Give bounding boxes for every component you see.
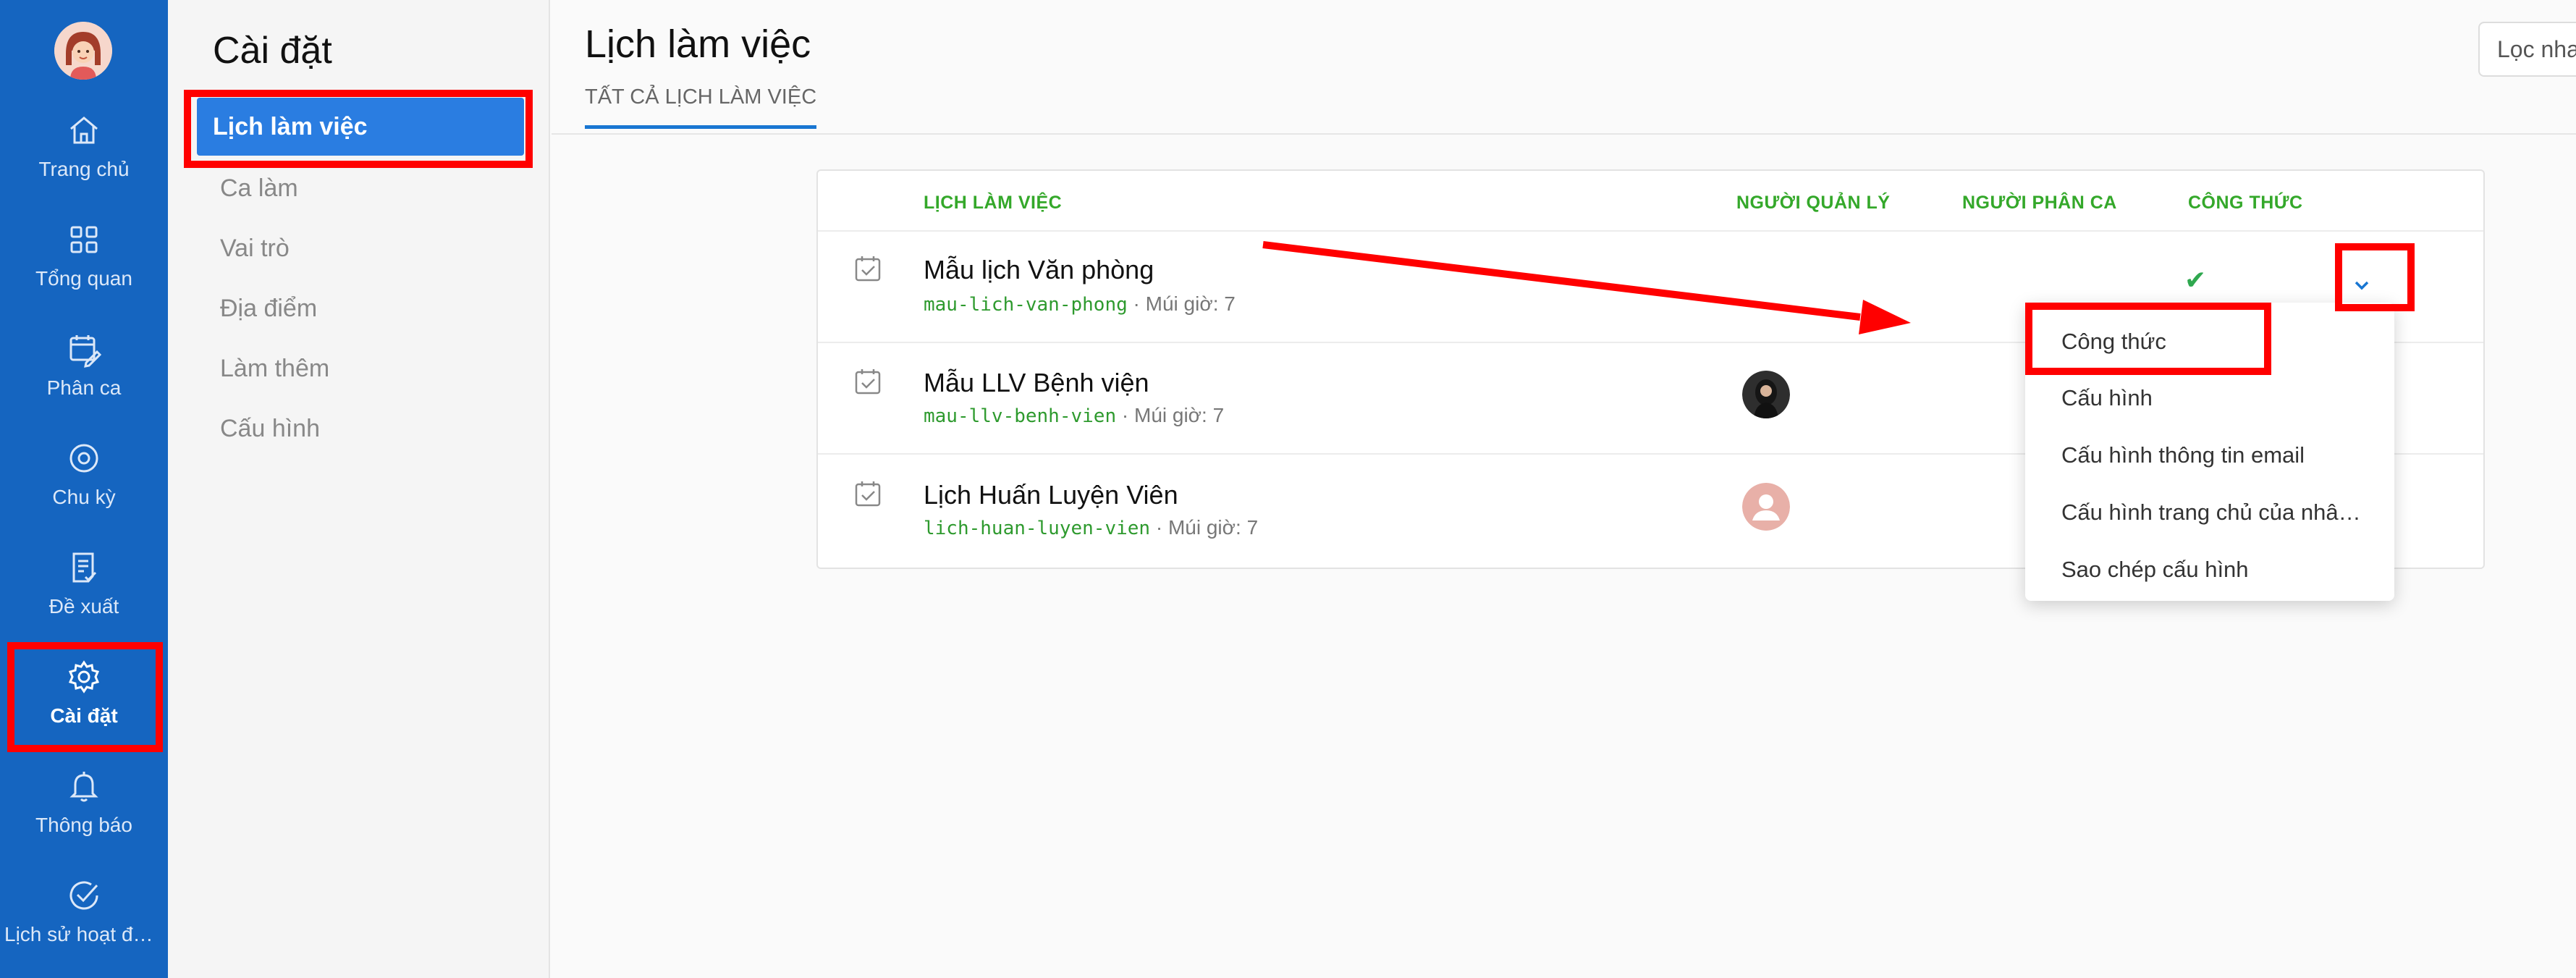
schedule-slug: mau-llv-benh-vien	[924, 405, 1117, 427]
schedule-meta: lich-huan-luyen-vien · Múi giờ: 7	[924, 516, 1258, 539]
schedule-meta: mau-lich-van-phong · Múi giờ: 7	[924, 292, 1236, 316]
annotation-box-subnav	[184, 90, 533, 168]
rail-item-label: Tổng quan	[35, 267, 132, 290]
manager-avatar[interactable]	[1742, 371, 1790, 418]
menu-item-copy-config[interactable]: Sao chép cấu hình	[2061, 557, 2249, 583]
menu-item-email-config[interactable]: Cấu hình thông tin email	[2061, 442, 2305, 468]
subnav-item-role[interactable]: Vai trò	[213, 219, 531, 277]
schedule-meta: mau-llv-benh-vien · Múi giờ: 7	[924, 404, 1224, 427]
schedule-name[interactable]: Lịch Huấn Luyện Viên	[924, 480, 1178, 510]
calendar-check-icon	[853, 366, 883, 397]
rail-item-label: Thông báo	[35, 814, 132, 836]
schedule-timezone: · Múi giờ: 7	[1116, 404, 1225, 426]
user-avatar[interactable]	[54, 22, 112, 80]
column-header-schedule: LỊCH LÀM VIỆC	[924, 193, 1063, 213]
rail-item-activity-history[interactable]: Lịch sử hoạt động	[0, 861, 168, 962]
subnav-item-location[interactable]: Địa điểm	[213, 279, 531, 337]
rail-item-overview[interactable]: Tổng quan	[0, 205, 168, 306]
schedule-name[interactable]: Mẫu LLV Bệnh viện	[924, 368, 1149, 398]
rail-item-label: Đề xuất	[48, 595, 119, 617]
column-header-manager: NGƯỜI QUẢN LÝ	[1736, 193, 1891, 213]
rail-item-label: Phân ca	[46, 376, 122, 399]
calendar-check-icon	[853, 479, 883, 509]
page-title: Lịch làm việc	[585, 22, 811, 66]
rail-item-label: Chu kỳ	[52, 486, 116, 508]
nav-rail: Trang chủ Tổng quan Phân ca Chu kỳ Đề xu…	[0, 0, 168, 978]
row-divider	[818, 230, 2483, 232]
subnav-item-shift[interactable]: Ca làm	[213, 159, 531, 217]
schedule-name[interactable]: Mẫu lịch Văn phòng	[924, 255, 1154, 285]
home-icon	[64, 110, 104, 151]
schedule-slug: lich-huan-luyen-vien	[924, 518, 1151, 539]
rail-item-label: Lịch sử hoạt động	[4, 923, 167, 945]
check-circle-icon	[64, 875, 104, 916]
menu-item-homepage-config[interactable]: Cấu hình trang chủ của nhâ…	[2061, 499, 2361, 526]
menu-item-config[interactable]: Cấu hình	[2061, 385, 2153, 411]
header-divider	[552, 133, 2576, 135]
bell-icon	[64, 766, 104, 806]
schedule-timezone: · Múi giờ: 7	[1127, 292, 1236, 315]
rail-item-cycle[interactable]: Chu kỳ	[0, 423, 168, 525]
manager-avatar[interactable]	[1742, 483, 1790, 531]
annotation-box-settings	[7, 642, 163, 752]
schedule-timezone: · Múi giờ: 7	[1150, 516, 1259, 539]
column-header-assigner: NGƯỜI PHÂN CA	[1962, 193, 2117, 213]
schedule-slug: mau-lich-van-phong	[924, 294, 1128, 316]
annotation-box-formula	[2025, 303, 2271, 375]
filter-input[interactable]: Lọc nha	[2478, 22, 2576, 77]
rail-item-shift-assign[interactable]: Phân ca	[0, 314, 168, 416]
cycle-icon	[64, 438, 104, 479]
rail-item-home[interactable]: Trang chủ	[0, 96, 168, 197]
subnav-item-config[interactable]: Cấu hình	[213, 400, 531, 458]
rail-item-label: Trang chủ	[38, 158, 130, 180]
rail-item-proposal[interactable]: Đề xuất	[0, 533, 168, 634]
annotation-box-dropdown	[2335, 243, 2415, 311]
calendar-check-icon	[853, 253, 883, 284]
column-header-formula: CÔNG THỨC	[2188, 193, 2303, 213]
rail-item-notifications[interactable]: Thông báo	[0, 751, 168, 853]
grid-icon	[64, 219, 104, 260]
calendar-edit-icon	[64, 329, 104, 369]
tab-all-schedules[interactable]: TẤT CẢ LỊCH LÀM VIỆC	[585, 85, 817, 129]
subnav-title: Cài đặt	[213, 30, 332, 72]
formula-check-icon: ✔	[2184, 265, 2207, 295]
document-icon	[64, 547, 104, 588]
subnav-item-overtime[interactable]: Làm thêm	[213, 340, 531, 397]
